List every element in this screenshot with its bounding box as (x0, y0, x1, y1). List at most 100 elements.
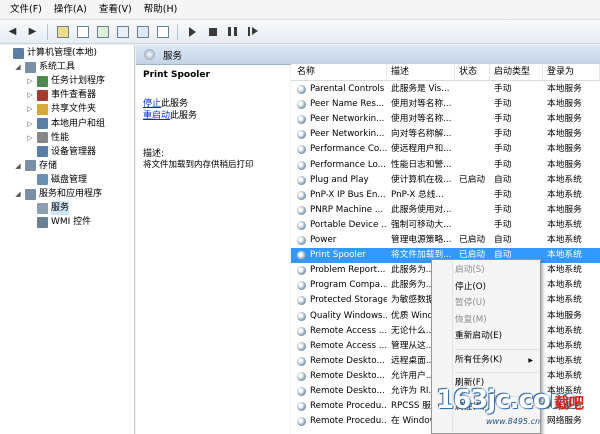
refresh-icon[interactable] (94, 23, 111, 40)
table-row[interactable]: Performance Lo... 性能日志和警... 手动 本地服务 (291, 158, 600, 173)
table-row[interactable]: Parental Controls 此服务是 Vis... 手动 本地服务 (291, 82, 600, 97)
column-header[interactable]: 描述 (387, 64, 455, 81)
menu-item-1[interactable]: 操作(A) (48, 0, 93, 20)
tree-node-icon (37, 103, 48, 115)
export-list-icon[interactable] (114, 23, 131, 40)
table-cell: 手动 (494, 219, 512, 230)
tree-item[interactable]: ▷ 本地用户和组 (26, 117, 105, 131)
table-row[interactable]: Plug and Play 使计算机在极... 已启动 自动 本地系统 (291, 173, 600, 188)
tree-item[interactable]: WMI 控件 (26, 215, 91, 229)
tree-item[interactable]: ▷ 事件查看器 (26, 88, 96, 102)
console-tree-icon[interactable] (74, 23, 91, 40)
expand-arrow-icon[interactable]: ▷ (26, 74, 34, 88)
expand-arrow-icon[interactable]: ▷ (26, 88, 34, 102)
folder-up-icon[interactable] (54, 23, 71, 40)
context-menu-item[interactable]: 停止(O) (455, 280, 539, 295)
table-cell: 手动 (494, 204, 512, 215)
pause-service-icon[interactable] (224, 23, 241, 40)
table-row[interactable]: Portable Device ... 强制可移动大... 手动 本地系统 (291, 218, 600, 233)
tree-item-label: 事件查看器 (51, 90, 97, 101)
start-service-icon[interactable] (184, 23, 201, 40)
toolbar-separator (47, 23, 48, 40)
table-cell: Remote Access ... (310, 340, 387, 351)
context-menu-item[interactable]: 重新启动(E) (455, 329, 539, 344)
tree-node-icon (37, 75, 48, 87)
tree-item[interactable]: 设备管理器 (26, 145, 96, 159)
back-icon[interactable]: ◀ (4, 23, 21, 40)
context-menu-item: 启动(S) (455, 263, 539, 278)
restart-service-icon[interactable] (244, 23, 261, 40)
tree-item[interactable]: ▷ 任务计划程序 (26, 74, 105, 88)
menu-item-3[interactable]: 帮助(H) (138, 0, 184, 20)
column-header[interactable]: 启动类型 (490, 64, 543, 81)
table-cell: 本地服务 (547, 310, 582, 321)
service-gear-icon (297, 356, 306, 366)
table-cell: 本地系统 (547, 280, 582, 291)
table-row[interactable]: PnP-X IP Bus En... PnP-X 总线... 手动 本地系统 (291, 188, 600, 203)
table-cell: 本地服务 (547, 144, 582, 155)
toolbar-separator (177, 23, 178, 40)
tree-item[interactable]: 计算机管理(本地) (2, 46, 97, 60)
expand-arrow-icon[interactable]: ◢ (14, 60, 22, 74)
menu-item-2[interactable]: 查看(V) (93, 0, 138, 20)
table-cell: Remote Procedu... (310, 416, 387, 427)
tree-item[interactable]: ◢ 服务和应用程序 (14, 187, 102, 201)
table-cell: 本地服务 (547, 129, 582, 140)
table-cell: 本地系统 (547, 295, 582, 306)
properties-icon[interactable] (154, 23, 171, 40)
tree-node-icon (37, 118, 48, 129)
table-cell: Remote Deskto... (310, 355, 385, 366)
service-gear-icon (297, 205, 306, 215)
submenu-arrow-icon: ▶ (528, 356, 533, 364)
expand-arrow-icon[interactable]: ◢ (14, 187, 22, 201)
column-header[interactable]: 名称 (291, 64, 387, 81)
stop-service-icon[interactable] (204, 23, 221, 40)
expand-arrow-icon[interactable]: ◢ (14, 159, 22, 173)
tree-item-label: 设备管理器 (51, 146, 97, 157)
table-row[interactable]: Power 管理电源策略... 已启动 自动 本地系统 (291, 233, 600, 248)
restart-service-link[interactable]: 重启动 (143, 111, 170, 121)
selected-service-name: Print Spooler (143, 70, 210, 80)
description-text: 将文件加载到内存供稍后打印 (143, 160, 254, 170)
table-cell: Quality Windows... (310, 310, 387, 321)
table-cell: 性能日志和警... (391, 159, 452, 170)
table-cell: 已启动 (459, 235, 486, 245)
table-row[interactable]: Peer Name Res... 使用对等名称... 手动 本地服务 (291, 97, 600, 112)
table-cell: 强制可移动大... (391, 219, 452, 230)
table-cell: Peer Networkin... (310, 129, 385, 140)
service-gear-icon (297, 160, 306, 170)
table-cell: Parental Controls (310, 84, 385, 94)
tree-item[interactable]: ▷ 性能 (26, 131, 69, 145)
service-gear-icon (297, 387, 306, 396)
service-gear-icon (297, 100, 306, 110)
forward-icon[interactable]: ▶ (24, 23, 41, 40)
help-icon[interactable] (134, 23, 151, 40)
table-cell: 本地系统 (547, 174, 582, 185)
table-row[interactable]: Peer Networkin... 向对等名称解... 手动 本地服务 (291, 127, 600, 142)
table-cell: 手动 (494, 84, 512, 94)
table-cell: Remote Deskto... (310, 370, 385, 381)
expand-arrow-icon[interactable]: ▷ (26, 102, 34, 116)
tree-item[interactable]: 服务 (26, 201, 70, 216)
context-menu-item-label: 重新启动(E) (455, 331, 503, 341)
column-header[interactable]: 登录为 (543, 64, 600, 81)
menu-item-0[interactable]: 文件(F) (4, 0, 48, 20)
restart-service-action: 重启动此服务 (143, 108, 197, 121)
expand-arrow-icon[interactable]: ▷ (26, 117, 34, 131)
expand-arrow-icon[interactable]: ▷ (26, 131, 34, 145)
service-gear-icon (297, 190, 306, 200)
column-header[interactable]: 状态 (455, 64, 490, 81)
table-row[interactable]: Peer Networkin... 使用对等名称... 手动 本地服务 (291, 112, 600, 127)
table-cell: 已启动 (459, 174, 486, 185)
tree-item[interactable]: ◢ 存储 (14, 159, 57, 173)
tree-item[interactable]: ▷ 共享文件夹 (26, 102, 96, 116)
table-cell: Peer Name Res... (310, 99, 385, 110)
context-menu-item: 恢复(M) (455, 313, 539, 328)
tree-item[interactable]: ◢ 系统工具 (14, 60, 75, 74)
service-gear-icon (297, 175, 306, 185)
table-row[interactable]: Performance Co... 使远程用户和... 手动 本地服务 (291, 142, 600, 157)
table-row[interactable]: PNRP Machine ... 此服务使用对... 手动 本地服务 (291, 203, 600, 218)
table-cell: 使用对等名称... (391, 114, 452, 125)
context-menu-item[interactable]: 所有任务(K) ▶ (455, 353, 539, 368)
tree-item[interactable]: 磁盘管理 (26, 173, 87, 187)
